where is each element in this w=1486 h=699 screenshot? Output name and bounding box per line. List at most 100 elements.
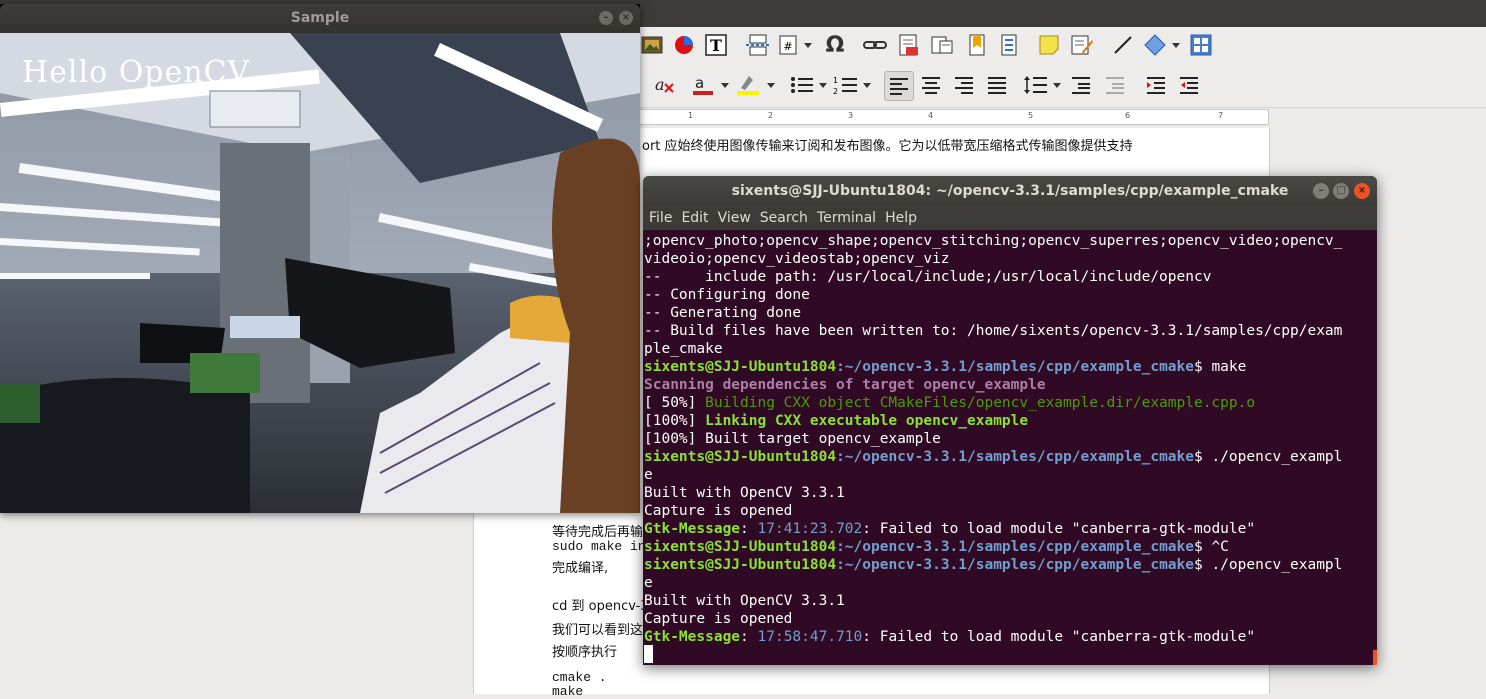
close-icon[interactable]: × [1354, 183, 1370, 199]
terminal-line: Gtk-Message: 17:41:23.702: Failed to loa… [644, 520, 1255, 538]
document-paragraph: 我们可以看到这 [552, 623, 644, 638]
sample-window[interactable]: Sample – × Hello OpenCV [0, 4, 640, 513]
hyperlink-icon[interactable] [862, 32, 888, 58]
terminal-line: [100%] Built target opencv_example [644, 431, 941, 447]
menu-file[interactable]: File [649, 210, 672, 226]
separator: : [740, 629, 758, 645]
line-spacing-icon[interactable] [1022, 72, 1062, 98]
terminal-line: Gtk-Message: 17:58:47.710: Failed to loa… [644, 628, 1255, 646]
terminal-window[interactable]: sixents@SJJ-Ubuntu1804: ~/opencv-3.3.1/s… [643, 176, 1377, 665]
unordered-list-icon[interactable] [788, 72, 828, 98]
prompt-command: $ ^C [1193, 539, 1229, 555]
hello-opencv-overlay: Hello OpenCV [22, 55, 251, 90]
minimize-icon[interactable]: – [1313, 183, 1329, 199]
document-paragraph: ort 应始终使用图像传输来订阅和发布图像。它为以低带宽压缩格式传输图像提供支持 [642, 139, 1133, 154]
highlighting-color-icon[interactable] [734, 72, 776, 98]
svg-text:a: a [695, 74, 704, 92]
ruler-mark: 1 [688, 111, 694, 120]
menu-terminal[interactable]: Terminal [817, 210, 876, 226]
terminal-window-title: sixents@SJJ-Ubuntu1804: ~/opencv-3.3.1/s… [731, 183, 1289, 199]
terminal-line: -- Generating done [644, 305, 802, 321]
align-center-icon[interactable] [918, 72, 944, 98]
close-icon[interactable]: × [619, 11, 633, 25]
draw-functions-icon[interactable] [1188, 32, 1214, 58]
menu-search[interactable]: Search [760, 210, 808, 226]
cross-reference-icon[interactable] [996, 32, 1022, 58]
terminal-cursor [644, 645, 653, 663]
terminal-titlebar[interactable]: sixents@SJJ-Ubuntu1804: ~/opencv-3.3.1/s… [643, 176, 1377, 206]
decrease-paragraph-spacing-icon[interactable] [1102, 72, 1128, 98]
font-color-icon[interactable]: a [690, 72, 730, 98]
separator: : [740, 521, 758, 537]
prompt-command: $ ./opencv_exampl [1193, 557, 1343, 573]
insert-field-icon[interactable]: # [777, 32, 815, 58]
prompt-path: :~/opencv-3.3.1/samples/cpp/example_cmak… [836, 449, 1194, 465]
insert-chart-icon[interactable] [671, 32, 697, 58]
sample-titlebar[interactable]: Sample – × [0, 4, 640, 33]
document-code-line: make [552, 684, 584, 699]
ruler-mark: 2 [768, 111, 774, 120]
menu-edit[interactable]: Edit [681, 210, 708, 226]
align-right-icon[interactable] [951, 72, 977, 98]
document-code-line: sudo make in [552, 539, 646, 554]
ruler-mark: 3 [848, 111, 854, 120]
svg-text:T: T [710, 36, 722, 55]
prompt-path: :~/opencv-3.3.1/samples/cpp/example_cmak… [836, 359, 1194, 375]
minimize-icon[interactable]: – [599, 11, 613, 25]
build-step: Building CXX object CMakeFiles/opencv_ex… [705, 395, 1256, 411]
increase-paragraph-spacing-icon[interactable] [1068, 72, 1094, 98]
text-box-icon[interactable]: T [703, 32, 729, 58]
decrease-indent-icon[interactable] [1176, 72, 1202, 98]
terminal-line: videoio;opencv_videostab;opencv_viz [644, 251, 950, 267]
gtk-message-label: Gtk-Message [644, 521, 741, 537]
page-break-icon[interactable] [745, 32, 771, 58]
prompt-command: $ make [1193, 359, 1247, 375]
terminal-output[interactable]: ;opencv_photo;opencv_shape;opencv_stitch… [643, 230, 1377, 665]
maximize-icon[interactable]: □ [1333, 183, 1349, 199]
terminal-line: ;opencv_photo;opencv_shape;opencv_stitch… [644, 233, 1343, 249]
terminal-line: [100%] Linking CXX executable opencv_exa… [644, 412, 1028, 430]
ruler-mark: 5 [1028, 111, 1034, 120]
line-tool-icon[interactable] [1110, 32, 1136, 58]
prompt-path: :~/opencv-3.3.1/samples/cpp/example_cmak… [836, 557, 1194, 573]
horizontal-ruler[interactable]: 1 2 3 4 5 6 7 [627, 109, 1269, 125]
prompt-user: sixents@SJJ-Ubuntu1804 [644, 539, 837, 555]
camera-frame: Hello OpenCV [0, 33, 640, 513]
terminal-scrollbar[interactable] [1373, 650, 1377, 665]
document-code-line: cmake . [552, 670, 607, 685]
align-left-icon[interactable] [884, 71, 914, 101]
ordered-list-icon[interactable]: 12 [832, 72, 872, 98]
document-paragraph: cd 到 opencv-3 [552, 599, 649, 614]
menu-view[interactable]: View [718, 210, 751, 226]
special-character-icon[interactable]: Ω [822, 32, 848, 58]
footnote-icon[interactable] [895, 32, 921, 58]
timestamp: 17:41:23.702 [757, 521, 863, 537]
terminal-line: ple_cmake [644, 341, 723, 357]
justify-icon[interactable] [984, 72, 1010, 98]
insert-image-icon[interactable] [639, 32, 665, 58]
menu-help[interactable]: Help [885, 210, 917, 226]
basic-shapes-icon[interactable] [1142, 32, 1182, 58]
prompt-command: $ ./opencv_exampl [1193, 449, 1343, 465]
camera-scene-image [0, 33, 640, 513]
terminal-prompt-line: sixents@SJJ-Ubuntu1804:~/opencv-3.3.1/sa… [644, 556, 1342, 574]
clear-formatting-icon[interactable]: a [652, 72, 678, 98]
track-changes-icon[interactable] [1069, 32, 1095, 58]
endnote-icon[interactable] [929, 32, 955, 58]
build-progress: [100%] [644, 413, 706, 429]
comment-icon[interactable] [1036, 32, 1062, 58]
terminal-line: Capture is opened [644, 503, 793, 519]
terminal-prompt-line: sixents@SJJ-Ubuntu1804:~/opencv-3.3.1/sa… [644, 358, 1246, 376]
terminal-line: Capture is opened [644, 611, 793, 627]
svg-text:a: a [655, 75, 665, 94]
terminal-line: Built with OpenCV 3.3.1 [644, 593, 845, 609]
terminal-line: -- include path: /usr/local/include;/usr… [644, 269, 1212, 285]
terminal-line: [ 50%] Building CXX object CMakeFiles/op… [644, 394, 1255, 412]
prompt-user: sixents@SJJ-Ubuntu1804 [644, 359, 837, 375]
prompt-user: sixents@SJJ-Ubuntu1804 [644, 557, 837, 573]
terminal-line: e [644, 575, 653, 591]
bookmark-icon[interactable] [964, 32, 990, 58]
increase-indent-icon[interactable] [1143, 72, 1169, 98]
terminal-prompt-line: sixents@SJJ-Ubuntu1804:~/opencv-3.3.1/sa… [644, 448, 1342, 466]
terminal-line: e [644, 467, 653, 483]
